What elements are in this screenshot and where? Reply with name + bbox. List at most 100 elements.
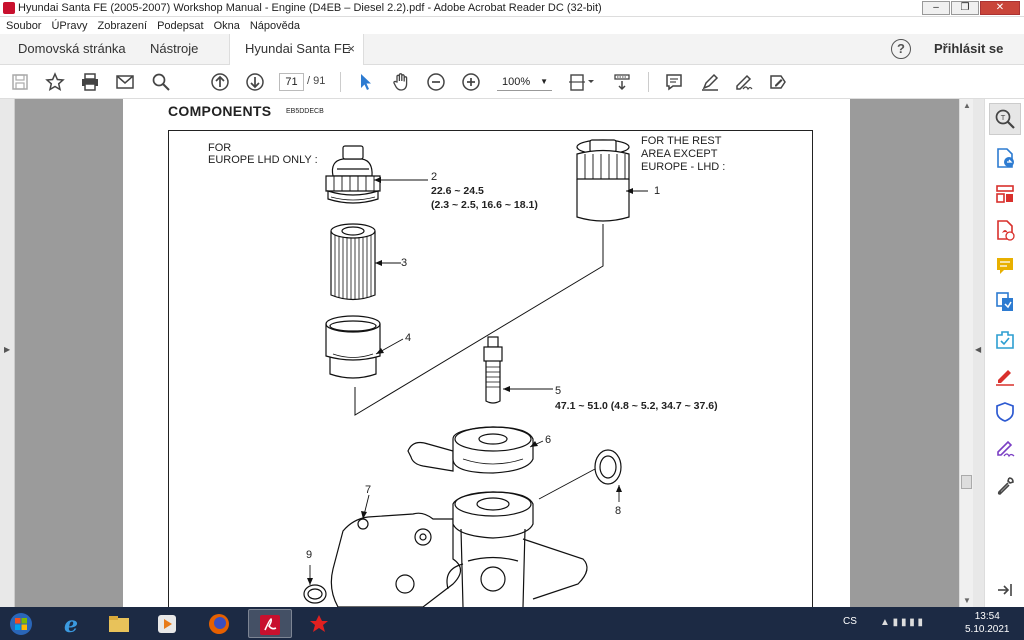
request-signature-icon[interactable]: [994, 437, 1016, 459]
comment-tool-icon[interactable]: [994, 255, 1016, 277]
page-total: / 91: [307, 75, 326, 87]
zoom-level-select[interactable]: 100% ▼: [497, 73, 552, 91]
callout-3: 3: [401, 257, 408, 269]
combine-files-icon[interactable]: [994, 291, 1016, 313]
label-rest-area-3: EUROPE - LHD :: [641, 161, 726, 173]
acrobat-app-icon: [3, 2, 15, 14]
label-rest-area-1: FOR THE REST: [641, 135, 722, 147]
scroll-down-icon[interactable]: ▼: [963, 596, 971, 605]
taskbar-internet-explorer[interactable]: e: [50, 609, 94, 638]
part-1-spin-on-filter: [576, 139, 630, 222]
next-page-icon[interactable]: [245, 72, 265, 92]
select-cursor-icon[interactable]: [356, 72, 376, 92]
collapse-panel-icon[interactable]: [994, 579, 1016, 601]
highlight-pen-icon[interactable]: [700, 72, 720, 92]
part-5-fitting-bolt: [483, 336, 503, 404]
export-pdf-icon[interactable]: [994, 147, 1016, 169]
svg-text:e: e: [64, 612, 78, 636]
print-icon[interactable]: [80, 72, 100, 92]
taskbar-acrobat-reader[interactable]: [248, 609, 292, 638]
create-pdf-icon[interactable]: [994, 219, 1016, 241]
previous-page-icon[interactable]: [210, 72, 230, 92]
callout-1: 1: [654, 185, 661, 197]
search-text-tool[interactable]: T: [989, 103, 1021, 135]
search-icon[interactable]: [151, 72, 171, 92]
close-tab-icon[interactable]: ×: [347, 34, 355, 64]
callout-8: 8: [615, 505, 622, 517]
torque-5-value: 47.1 ~ 51.0 (4.8 ~ 5.2, 34.7 ~ 37.6): [555, 400, 718, 412]
label-europe-lhd-1: FOR: [208, 142, 232, 154]
zoom-in-icon[interactable]: [461, 72, 481, 92]
tab-tools[interactable]: Nástroje: [150, 34, 198, 65]
more-tools-wrench-icon[interactable]: [994, 475, 1016, 497]
page-fit-icon[interactable]: [568, 72, 596, 92]
sign-icon[interactable]: [734, 72, 754, 92]
help-icon[interactable]: ?: [891, 39, 911, 59]
title-bar: Hyundai Santa FE (2005-2007) Workshop Ma…: [0, 0, 1024, 17]
part-6-cooler-adapter: [407, 426, 534, 474]
menu-view[interactable]: Zobrazení: [98, 20, 148, 32]
email-icon[interactable]: [115, 72, 135, 92]
menu-window[interactable]: Okna: [214, 20, 240, 32]
organize-pages-icon[interactable]: [994, 183, 1016, 205]
start-button[interactable]: [0, 609, 42, 638]
menu-help[interactable]: Nápověda: [250, 20, 300, 32]
toolbar: 71 / 91 100% ▼: [0, 65, 1024, 99]
menu-edit[interactable]: ÚPravy: [51, 20, 87, 32]
page-number-input[interactable]: 71: [279, 73, 304, 91]
minimize-button[interactable]: –: [922, 1, 950, 15]
sign-in-button[interactable]: Přihlásit se: [934, 34, 1003, 64]
tab-document[interactable]: Hyundai Santa FE (... ×: [229, 34, 364, 86]
protect-shield-icon[interactable]: [994, 401, 1016, 423]
fill-sign-tool-icon[interactable]: [994, 365, 1016, 387]
menu-file[interactable]: Soubor: [6, 20, 41, 32]
callout-6: 6: [545, 434, 552, 446]
menu-bar: Soubor ÚPravy Zobrazení Podepsat Okna Ná…: [0, 17, 1024, 34]
edit-pdf-icon[interactable]: [994, 329, 1016, 351]
right-panel-collapse[interactable]: ◀: [973, 99, 984, 607]
label-europe-lhd-2: EUROPE LHD ONLY :: [208, 154, 318, 166]
clock-date: 5.10.2021: [965, 624, 1010, 635]
left-panel-toggle[interactable]: ▶: [0, 99, 15, 607]
taskbar-clock[interactable]: 13:54 5.10.2021: [965, 610, 1010, 636]
scrollbar-thumb[interactable]: [961, 475, 972, 489]
part-2-filter-cap: [325, 145, 381, 204]
toolbar-divider: [648, 72, 649, 92]
scroll-mode-icon[interactable]: [612, 72, 632, 92]
close-window-button[interactable]: ✕: [980, 1, 1020, 15]
menu-sign[interactable]: Podepsat: [157, 20, 203, 32]
svg-text:T: T: [1000, 114, 1006, 122]
fill-sign-icon[interactable]: [768, 72, 788, 92]
language-indicator[interactable]: CS: [843, 616, 857, 627]
label-rest-area-2: AREA EXCEPT: [641, 148, 718, 160]
callout-5: 5: [555, 385, 562, 397]
window-title: Hyundai Santa FE (2005-2007) Workshop Ma…: [18, 2, 602, 14]
tab-home[interactable]: Domovská stránka: [18, 34, 126, 65]
torque-2-value: 22.6 ~ 24.5: [431, 185, 484, 197]
taskbar-firefox[interactable]: [198, 609, 242, 638]
comment-icon[interactable]: [664, 72, 684, 92]
document-viewer: ▶ COMPONENTS EB5DDECB FOR EUROPE LHD ONL…: [0, 99, 984, 607]
callout-4: 4: [405, 332, 412, 344]
save-icon[interactable]: [10, 72, 30, 92]
clock-time: 13:54: [974, 611, 1000, 622]
vertical-scrollbar[interactable]: ▲ ▼: [959, 99, 973, 607]
hand-tool-icon[interactable]: [391, 72, 411, 92]
part-9-o-ring: [303, 584, 327, 604]
torque-2-units: (2.3 ~ 2.5, 16.6 ~ 18.1): [431, 199, 538, 211]
bookmark-star-icon[interactable]: [45, 72, 65, 92]
windows-taskbar: e CS ▲ ▮ ▮ ▮ ▮ 13:54 5.10.2021: [0, 607, 1024, 640]
scroll-up-icon[interactable]: ▲: [963, 101, 971, 110]
zoom-out-icon[interactable]: [426, 72, 446, 92]
part-3-filter-element: [330, 223, 376, 301]
system-tray-icons[interactable]: ▲ ▮ ▮ ▮ ▮: [880, 617, 923, 628]
taskbar-app-red[interactable]: [298, 609, 342, 638]
part-4-filter-housing: [325, 315, 381, 379]
chevron-down-icon: ▼: [540, 77, 548, 86]
toolbar-divider: [340, 72, 341, 92]
restore-button[interactable]: ❐: [951, 1, 979, 15]
callout-9: 9: [306, 549, 313, 561]
taskbar-file-explorer[interactable]: [98, 609, 142, 638]
tools-panel: T: [984, 99, 1024, 607]
taskbar-media-player[interactable]: [146, 609, 190, 638]
